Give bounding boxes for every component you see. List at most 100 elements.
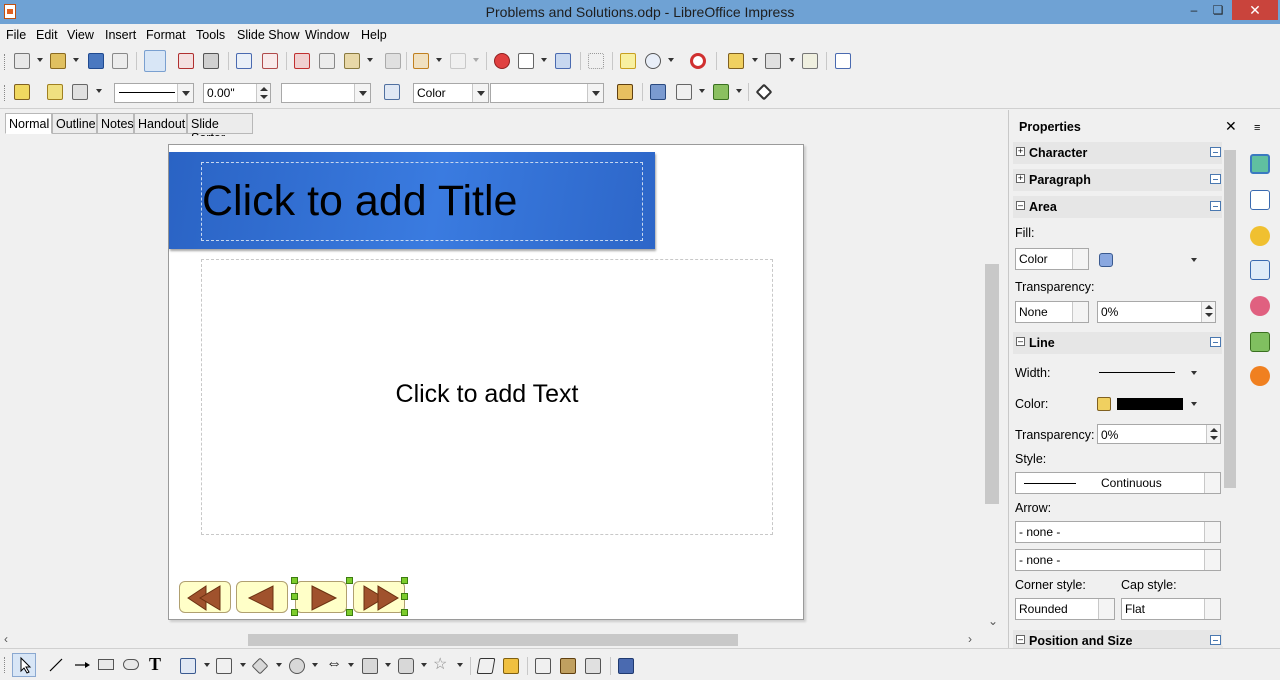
sidebar-scroll-thumb[interactable] [1224, 150, 1236, 488]
clone-formatting-icon[interactable] [385, 53, 401, 69]
tab-notes[interactable]: Notes [97, 113, 134, 134]
expand-icon[interactable]: – [1016, 635, 1025, 644]
chart-icon[interactable] [494, 53, 510, 69]
scroll-right-icon[interactable]: › [968, 632, 972, 646]
section-line[interactable]: – Line [1013, 332, 1223, 354]
selection-handle[interactable] [291, 609, 298, 616]
text-tool-icon[interactable]: T [149, 654, 161, 675]
line-transparency-spinner[interactable]: 0% [1097, 424, 1221, 444]
grid-icon[interactable] [588, 53, 604, 69]
section-position-size[interactable]: – Position and Size [1013, 630, 1223, 648]
more-options-icon[interactable] [1210, 635, 1221, 645]
gallery-deck-icon[interactable] [1250, 332, 1270, 352]
helplines-icon[interactable] [620, 53, 636, 69]
menu-file[interactable]: File [6, 28, 26, 42]
symbol-shapes-icon[interactable] [289, 658, 305, 674]
flowchart-dropdown-icon[interactable] [385, 663, 391, 667]
close-window-button[interactable]: ✕ [1232, 0, 1278, 20]
title-placeholder[interactable]: Click to add Title [201, 162, 643, 241]
section-paragraph[interactable]: + Paragraph [1013, 169, 1223, 191]
selection-handle[interactable] [401, 609, 408, 616]
line-style-select[interactable] [114, 83, 194, 103]
arrow-style-dropdown-icon[interactable] [96, 89, 102, 93]
fill-select[interactable] [490, 83, 604, 103]
block-arrows-icon[interactable]: ⇔ [326, 655, 342, 673]
expand-icon[interactable]: + [1016, 174, 1025, 183]
menu-slide-show[interactable]: Slide Show [237, 28, 300, 42]
area-transparency-type-select[interactable]: None [1015, 301, 1089, 323]
collapse-icon[interactable]: – [1016, 337, 1025, 346]
line-color-dropdown-icon[interactable] [1191, 402, 1197, 406]
new-dropdown-icon[interactable] [37, 58, 43, 62]
zoom-icon[interactable] [645, 53, 661, 69]
fill-type-select[interactable]: Color [1015, 248, 1089, 270]
line-icon[interactable] [47, 84, 63, 100]
nav-previous-button[interactable] [236, 581, 288, 613]
undo-icon[interactable] [413, 53, 429, 69]
styles-icon[interactable] [14, 84, 30, 100]
slide-layouts-deck-icon[interactable] [1250, 190, 1270, 210]
menu-edit[interactable]: Edit [36, 28, 58, 42]
selection-handle[interactable] [291, 593, 298, 600]
tab-normal[interactable]: Normal [5, 113, 52, 134]
toolbar-grip[interactable] [4, 657, 7, 673]
email-icon[interactable] [112, 53, 128, 69]
start-presentation-icon[interactable] [835, 53, 851, 69]
properties-deck-icon[interactable] [1250, 154, 1270, 174]
symbol-shapes-dropdown-icon[interactable] [312, 663, 318, 667]
flowchart-icon[interactable] [362, 658, 378, 674]
select-tool-button[interactable] [12, 653, 36, 677]
section-character[interactable]: + Character [1013, 142, 1223, 164]
line-style-select[interactable]: Continuous [1015, 472, 1221, 494]
custom-animation-deck-icon[interactable] [1250, 226, 1270, 246]
line-color-select[interactable] [281, 83, 371, 103]
new-slide-icon[interactable] [765, 53, 781, 69]
print-icon[interactable] [203, 53, 219, 69]
selection-handle[interactable] [401, 593, 408, 600]
fill-bucket-icon[interactable] [1099, 253, 1113, 267]
menu-window[interactable]: Window [305, 28, 349, 42]
menu-tools[interactable]: Tools [196, 28, 225, 42]
slide-layout-icon[interactable] [728, 53, 744, 69]
slide-transition-deck-icon[interactable] [1250, 260, 1270, 280]
redo-icon[interactable] [450, 53, 466, 69]
slide-canvas[interactable]: Click to add Title Click to add Text [168, 144, 804, 620]
connector-tool-icon[interactable] [216, 658, 232, 674]
tab-slide-sorter[interactable]: Slide Sorter [187, 113, 253, 145]
basic-shapes-icon[interactable] [251, 657, 269, 675]
basic-shapes-dropdown-icon[interactable] [276, 663, 282, 667]
expand-icon[interactable]: + [1016, 147, 1025, 156]
align-icon[interactable] [676, 84, 692, 100]
points-icon[interactable] [476, 658, 496, 674]
line-width-dropdown-icon[interactable] [1191, 371, 1197, 375]
group-icon[interactable] [585, 658, 601, 674]
line-arrow-tool-icon[interactable] [73, 657, 91, 673]
rotate-icon[interactable] [650, 84, 666, 100]
paste-icon[interactable] [344, 53, 360, 69]
maximize-button[interactable]: ❏ [1204, 0, 1232, 20]
area-icon[interactable] [384, 84, 400, 100]
tab-handout[interactable]: Handout [134, 113, 187, 134]
stars-dropdown-icon[interactable] [457, 663, 463, 667]
area-transparency-spinner[interactable]: 0% [1097, 301, 1216, 323]
arrange-icon[interactable] [713, 84, 729, 100]
selection-handle[interactable] [401, 577, 408, 584]
sidebar-close-icon[interactable]: ✕ [1225, 118, 1237, 135]
align-dropdown-icon[interactable] [699, 89, 705, 93]
menu-format[interactable]: Format [146, 28, 186, 42]
curve-dropdown-icon[interactable] [204, 663, 210, 667]
content-placeholder[interactable]: Click to add Text [201, 259, 773, 535]
curve-tool-icon[interactable] [180, 658, 196, 674]
rectangle-tool-icon[interactable] [98, 659, 114, 670]
line-width-spinner[interactable]: 0.00" [203, 83, 271, 103]
line-width-preview[interactable] [1099, 372, 1175, 373]
autospellcheck-icon[interactable] [262, 53, 278, 69]
nav-first-button[interactable] [179, 581, 231, 613]
arrange-dropdown-icon[interactable] [736, 89, 742, 93]
image-icon[interactable] [555, 53, 571, 69]
master-slides-icon[interactable] [802, 53, 818, 69]
arrow-end-select[interactable]: - none - [1015, 549, 1221, 571]
shadow-icon[interactable] [617, 84, 633, 100]
more-options-icon[interactable] [1210, 174, 1221, 184]
nav-last-button[interactable] [353, 581, 405, 613]
